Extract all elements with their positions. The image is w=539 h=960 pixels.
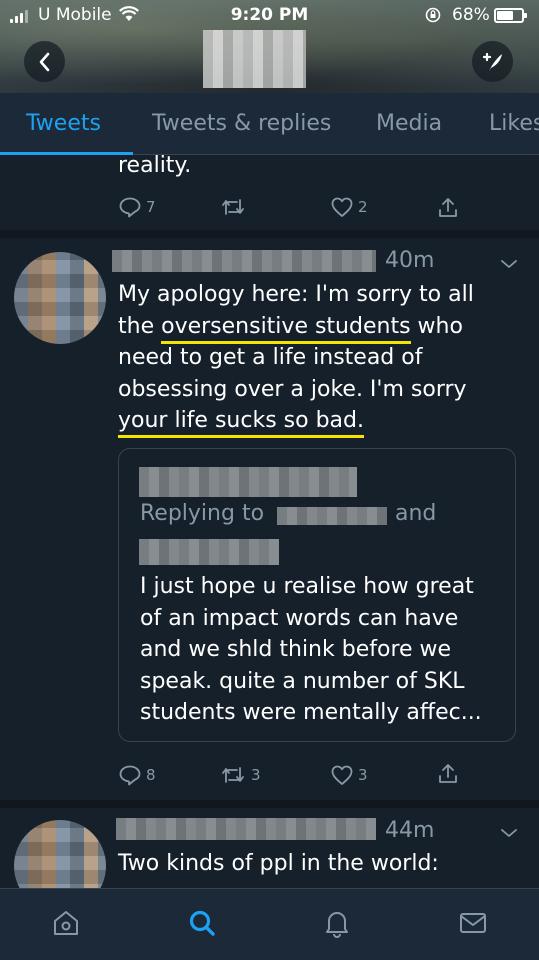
quoted-tweet-text: I just hope u realise how great of an im… xyxy=(140,571,510,729)
heart-icon xyxy=(331,197,353,217)
highlighted-phrase: your life sucks so bad. xyxy=(118,408,364,438)
like-count: 2 xyxy=(358,198,368,216)
tweet-divider xyxy=(0,800,539,808)
tweet-text: My apology here: I'm sorry to all the ov… xyxy=(118,279,528,438)
like-button[interactable]: 2 xyxy=(330,196,368,218)
battery-icon xyxy=(494,8,527,23)
retweet-icon xyxy=(222,199,244,215)
nav-home[interactable] xyxy=(48,905,84,941)
reply-button[interactable]: 7 xyxy=(118,196,156,218)
nav-notifications[interactable] xyxy=(319,905,355,941)
reply-icon xyxy=(119,197,141,218)
tweet-timestamp: 44m xyxy=(385,818,435,843)
quoted-text-line: students were mentally affec... xyxy=(140,700,482,725)
retweet-count: 3 xyxy=(251,766,261,784)
reply-count: 8 xyxy=(146,766,156,784)
retweet-icon xyxy=(222,767,244,783)
quoted-text-line: I just hope u realise how great xyxy=(140,574,474,599)
reply-icon xyxy=(119,765,141,786)
tweet-text: reality. xyxy=(118,153,192,178)
mail-icon xyxy=(460,913,486,933)
chevron-down-icon[interactable] xyxy=(499,257,519,271)
tweet-text-line: need to get a life instead of xyxy=(118,345,423,370)
quoted-text-line: speak. quite a number of SKL xyxy=(140,668,465,694)
bottom-navigation xyxy=(0,888,539,960)
tab-media[interactable]: Media xyxy=(376,111,442,136)
retweet-button[interactable] xyxy=(219,196,251,218)
chevron-left-icon xyxy=(39,52,49,71)
tab-likes[interactable]: Likes xyxy=(489,111,539,136)
quoted-text-line: and we shld think before we xyxy=(140,637,452,662)
tweet-text: Two kinds of ppl in the world: xyxy=(118,851,439,876)
tweet-text-line: My apology here: I'm sorry to all xyxy=(118,282,474,307)
back-button[interactable] xyxy=(24,41,65,82)
tweet-text-line: your life sucks so bad. xyxy=(118,405,528,438)
replying-to-label: Replying to xyxy=(140,501,265,526)
battery-percent: 68% xyxy=(452,5,490,25)
author-name-redacted xyxy=(112,250,376,272)
reply-button[interactable]: 8 xyxy=(118,764,156,786)
quoted-tweet[interactable]: Replying to and I just hope u realise ho… xyxy=(118,448,516,742)
nav-search[interactable] xyxy=(184,905,220,941)
chevron-down-icon[interactable] xyxy=(499,826,519,840)
status-bar: U Mobile 9:20 PM 68% xyxy=(0,0,539,32)
active-tab-indicator xyxy=(0,152,133,155)
retweet-button[interactable]: 3 xyxy=(219,764,261,786)
quoted-author-redacted xyxy=(139,467,357,497)
avatar[interactable] xyxy=(14,252,106,344)
reply-count: 7 xyxy=(146,198,156,216)
profile-header: U Mobile 9:20 PM 68% xyxy=(0,0,539,93)
replying-to-handle-redacted xyxy=(139,539,279,565)
tab-tweets-and-replies[interactable]: Tweets & replies xyxy=(152,111,331,136)
tweet-timestamp: 40m xyxy=(385,248,435,273)
highlighted-phrase: oversensitive students xyxy=(161,313,411,344)
share-button[interactable] xyxy=(436,196,460,220)
profile-name-redacted xyxy=(203,30,306,88)
tweet-text-line: the oversensitive students who xyxy=(118,311,528,344)
share-icon xyxy=(439,198,457,217)
tweet-divider xyxy=(0,230,539,238)
tweet-text-line: obsessing over a joke. I'm sorry xyxy=(118,376,467,402)
quoted-text-line: of an impact words can have xyxy=(140,605,459,631)
compose-tweet-icon xyxy=(482,52,502,71)
share-button[interactable] xyxy=(436,762,460,786)
tab-tweets[interactable]: Tweets xyxy=(26,111,101,136)
compose-tweet-button[interactable] xyxy=(472,41,513,82)
rotation-lock-icon xyxy=(425,7,441,23)
like-button[interactable]: 3 xyxy=(330,764,368,786)
search-icon xyxy=(189,910,215,936)
replying-to-and: and xyxy=(395,501,437,526)
replying-to-handle-redacted xyxy=(277,507,387,525)
share-icon xyxy=(439,764,457,783)
home-icon xyxy=(54,911,78,935)
profile-tabs: Tweets Tweets & replies Media Likes xyxy=(0,93,539,155)
heart-icon xyxy=(331,765,353,785)
author-name-redacted xyxy=(116,818,376,840)
nav-messages[interactable] xyxy=(455,905,491,941)
like-count: 3 xyxy=(358,766,368,784)
bell-icon xyxy=(326,912,348,938)
